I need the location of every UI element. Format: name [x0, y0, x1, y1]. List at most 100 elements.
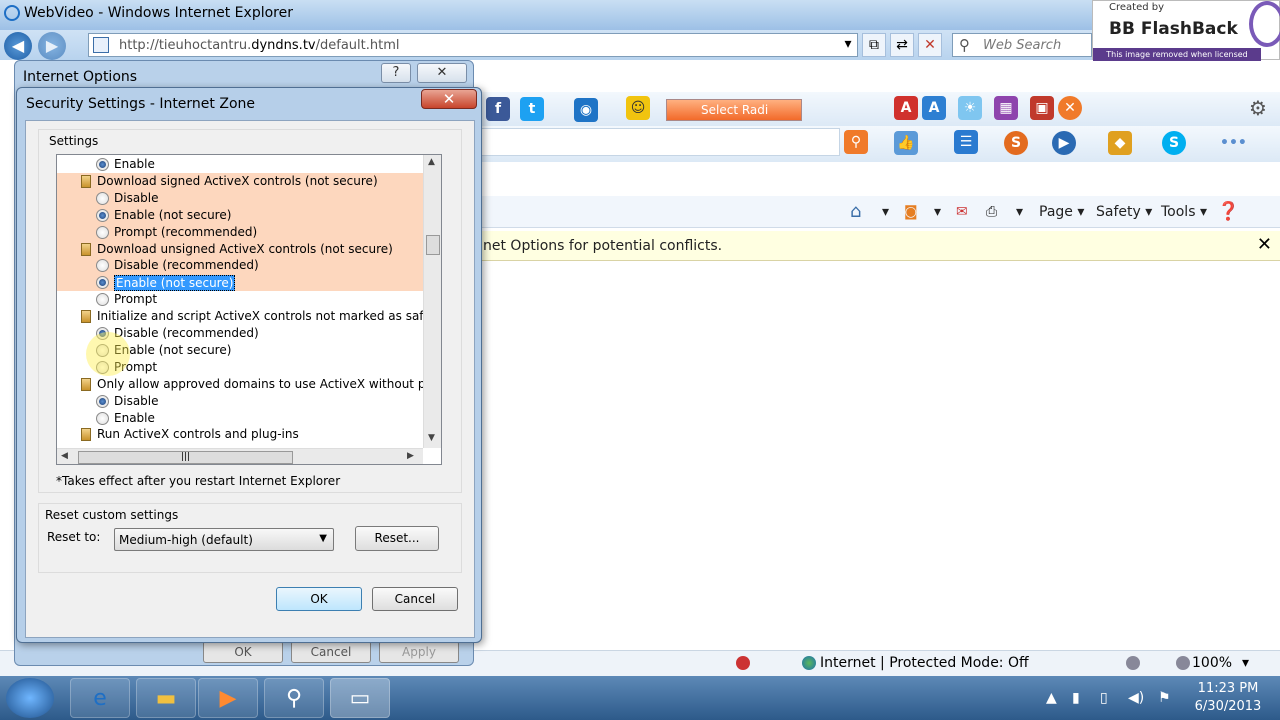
weather-icon[interactable]: ☀	[958, 96, 982, 120]
home-dropdown-icon[interactable]: ▾	[882, 204, 889, 220]
scroll-down-icon[interactable]: ▼	[428, 433, 435, 443]
internet-options-apply-button[interactable]: Apply	[379, 641, 459, 663]
show-hidden-icons[interactable]: ▲	[1046, 690, 1057, 706]
video-icon[interactable]: ▶	[1052, 131, 1076, 155]
toolbar-search-input[interactable]	[480, 128, 840, 156]
toolbar-search-icon[interactable]: ⚲	[844, 130, 868, 154]
feeds-icon[interactable]: ◙	[904, 204, 918, 220]
like-icon[interactable]: 👍	[894, 131, 918, 155]
setting-option[interactable]: Enable (not secure)	[57, 206, 423, 224]
gear-icon[interactable]: ⚙	[1246, 96, 1270, 120]
action-center-icon[interactable]: ⚑	[1158, 690, 1171, 706]
reset-button[interactable]: Reset...	[355, 526, 439, 551]
megaphone-icon[interactable]: ◆	[1108, 131, 1132, 155]
taskbar-media-icon[interactable]: ▶	[198, 678, 258, 718]
vertical-scrollbar[interactable]: ▲ ▼	[423, 155, 441, 448]
setting-option[interactable]: Enable	[57, 156, 423, 173]
print-icon[interactable]: ⎙	[986, 204, 997, 220]
help-button[interactable]: ?	[381, 63, 411, 83]
clock[interactable]: 11:23 PM 6/30/2013	[1182, 680, 1274, 716]
information-bar[interactable]: net Options for potential conflicts. ✕	[480, 231, 1280, 261]
internet-options-ok-button[interactable]: OK	[203, 641, 283, 663]
reset-level-select[interactable]: Medium-high (default) ▼	[114, 528, 334, 551]
taskbar-folder-icon[interactable]: ▬	[136, 678, 196, 718]
forward-button[interactable]: ▶	[38, 32, 66, 60]
vertical-scroll-thumb[interactable]	[426, 235, 440, 255]
stop-icon[interactable]: ✕	[918, 33, 942, 57]
compatibility-view-icon[interactable]: ⧉	[862, 33, 886, 57]
translate-icon[interactable]: A	[922, 96, 946, 120]
radio-button[interactable]	[96, 191, 109, 205]
radio-button[interactable]	[96, 394, 109, 408]
zoom-icon[interactable]	[1176, 656, 1190, 670]
volume-icon[interactable]: ◀)	[1128, 690, 1144, 706]
setting-option[interactable]: Disable	[57, 393, 423, 410]
home-icon[interactable]: ⌂	[850, 201, 861, 222]
game-icon[interactable]: ▣	[1030, 96, 1054, 120]
taskbar-window-icon[interactable]: ▭	[330, 678, 390, 718]
tools-menu[interactable]: Tools ▾	[1161, 204, 1207, 220]
radio-button[interactable]	[96, 225, 109, 239]
horizontal-scroll-thumb[interactable]: |||	[78, 451, 293, 464]
address-bar[interactable]: http://tieuhoctantru.dyndns.tv/default.h…	[88, 33, 858, 57]
security-dialog-close-button[interactable]: ✕	[421, 89, 477, 109]
start-button[interactable]	[6, 678, 54, 718]
zoom-dropdown-icon[interactable]: ▾	[1242, 655, 1249, 671]
security-zone[interactable]: Internet | Protected Mode: Off	[820, 655, 1029, 671]
app-icon[interactable]: S	[1004, 131, 1028, 155]
gear-status-icon[interactable]	[1126, 656, 1140, 670]
taskbar-search-icon[interactable]: ⚲	[264, 678, 324, 718]
setting-option[interactable]: Disable (recommended)	[57, 257, 423, 275]
facebook-icon[interactable]: f	[486, 97, 510, 121]
skype-icon[interactable]: S	[1162, 131, 1186, 155]
feeds-dropdown-icon[interactable]: ▾	[934, 204, 941, 220]
mail-icon[interactable]: ✉	[956, 204, 968, 220]
print-dropdown-icon[interactable]: ▾	[1016, 204, 1023, 220]
scroll-right-icon[interactable]: ▶	[407, 451, 414, 461]
twitter-icon[interactable]: t	[520, 97, 544, 121]
chat-icon[interactable]: ☰	[954, 130, 978, 154]
taskbar-ie-icon[interactable]: e	[70, 678, 130, 718]
setting-option[interactable]: Enable (not secure)	[57, 274, 423, 292]
ok-button[interactable]: OK	[276, 587, 362, 611]
back-button[interactable]: ◀	[4, 32, 32, 60]
radio-button[interactable]	[96, 208, 109, 222]
page-menu[interactable]: Page ▾	[1039, 204, 1084, 220]
camera-icon[interactable]: ◉	[574, 98, 598, 122]
setting-option-label: Enable	[114, 157, 155, 171]
setting-option[interactable]: Enable	[57, 410, 423, 427]
setting-option[interactable]: Disable	[57, 189, 423, 207]
pdf-icon[interactable]: A	[894, 96, 918, 120]
map-icon[interactable]: ▦	[994, 96, 1018, 120]
address-dropdown-icon[interactable]: ▾	[836, 33, 860, 57]
safety-menu[interactable]: Safety ▾	[1096, 204, 1152, 220]
setting-category: Run ActiveX controls and plug-ins	[57, 426, 423, 443]
scroll-left-icon[interactable]: ◀	[61, 451, 68, 461]
select-radio-widget[interactable]: Select Radi	[666, 99, 802, 121]
radio-button[interactable]	[96, 411, 109, 425]
privacy-icon[interactable]	[736, 656, 750, 670]
power-icon[interactable]: ▯	[1100, 690, 1108, 706]
horizontal-scrollbar[interactable]: ◀ ||| ▶	[57, 448, 423, 464]
zoom-level[interactable]: 100%	[1192, 655, 1232, 671]
network-icon[interactable]: ▮	[1072, 690, 1080, 706]
reset-group-label: Reset custom settings	[45, 508, 179, 522]
internet-options-cancel-button[interactable]: Cancel	[291, 641, 371, 663]
radio-button[interactable]	[96, 293, 109, 307]
infobar-close-icon[interactable]: ✕	[1257, 234, 1272, 255]
internet-options-close-button[interactable]: ✕	[417, 63, 467, 83]
settings-list[interactable]: Enable Download signed ActiveX controls (…	[56, 154, 442, 465]
refresh-icon[interactable]: ⇄	[890, 33, 914, 57]
help-icon[interactable]: ❓	[1217, 201, 1239, 222]
radio-button[interactable]	[96, 158, 109, 171]
smiley-icon[interactable]: ☺	[626, 96, 650, 120]
cancel-button[interactable]: Cancel	[372, 587, 458, 611]
close-toolbar-icon[interactable]: ✕	[1058, 96, 1082, 120]
radio-button[interactable]	[96, 276, 109, 290]
setting-option[interactable]: Prompt	[57, 291, 423, 308]
web-search-box[interactable]: ⚲ Web Search	[952, 33, 1092, 57]
radio-button[interactable]	[96, 259, 109, 273]
scroll-up-icon[interactable]: ▲	[428, 157, 435, 167]
more-icon[interactable]: •••	[1220, 131, 1247, 155]
setting-option[interactable]: Prompt (recommended)	[57, 223, 423, 241]
